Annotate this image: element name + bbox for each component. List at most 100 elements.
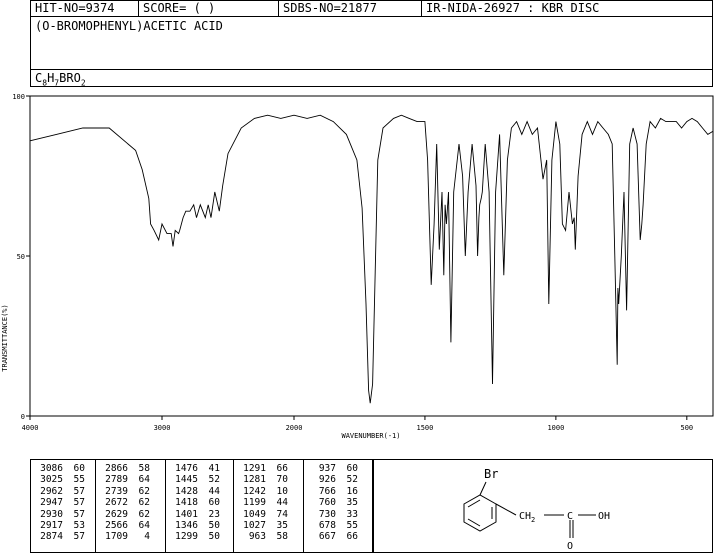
- peak-transmittance: 60: [73, 463, 85, 474]
- y-tick-label: 50: [17, 253, 25, 261]
- peak-row: 2930 57: [31, 509, 95, 520]
- x-tick-label: 1500: [417, 424, 434, 432]
- peak-wavenumber: 1299: [175, 531, 198, 543]
- peak-transmittance: 50: [208, 531, 220, 543]
- peak-transmittance: 52: [346, 474, 358, 486]
- peak-column: 3086 60 3025 55 2962 57 2947 57 2930 57 2917 53 2874…: [31, 460, 96, 552]
- y-tick-label: 100: [12, 93, 25, 101]
- peak-row: 1401 23: [166, 509, 233, 520]
- carbonyl-oxygen-label: O: [567, 541, 573, 552]
- peak-row: 1709 4: [96, 531, 165, 542]
- peak-row: 1049 74: [234, 509, 303, 520]
- peak-wavenumber: 1027: [243, 519, 266, 531]
- peak-row: 1299 50: [166, 531, 233, 542]
- peak-transmittance: 52: [208, 474, 220, 486]
- peak-transmittance: 4: [144, 531, 150, 543]
- x-tick-label: 1000: [547, 424, 564, 432]
- x-axis-label: WAVENUMBER(-1): [341, 432, 400, 440]
- peak-transmittance: 55: [346, 519, 358, 531]
- peak-transmittance: 57: [73, 485, 85, 497]
- peak-transmittance: 58: [276, 531, 288, 543]
- peak-row: 926 52: [304, 474, 372, 485]
- peak-column: 1476 41 1445 52 1428 44 1418 60 1401 23 1346 50 1299…: [166, 460, 234, 552]
- peak-transmittance: 50: [208, 519, 220, 531]
- peak-wavenumber: 926: [318, 474, 336, 486]
- peak-wavenumber: 760: [318, 497, 336, 509]
- peak-row: 760 35: [304, 497, 372, 508]
- peak-row: 1027 35: [234, 520, 303, 531]
- peak-row: 3025 55: [31, 474, 95, 485]
- peak-transmittance: 62: [138, 485, 150, 497]
- spectrum-line: [29, 114, 714, 404]
- hydroxyl-label: OH: [598, 511, 610, 522]
- peak-wavenumber: 2874: [40, 531, 63, 543]
- peak-wavenumber: 2629: [105, 508, 128, 520]
- peak-row: 2874 57: [31, 531, 95, 542]
- peak-row: 2739 62: [96, 486, 165, 497]
- peak-row: 937 60: [304, 463, 372, 474]
- peak-wavenumber: 2789: [105, 474, 128, 486]
- peak-transmittance: 60: [208, 497, 220, 509]
- peak-table: 3086 60 3025 55 2962 57 2947 57 2930 57 2917 53 2874…: [30, 459, 373, 553]
- peak-row: 2962 57: [31, 486, 95, 497]
- y-axis-label: TRANSMITTANCE(%): [1, 304, 9, 371]
- peak-transmittance: 44: [276, 497, 288, 509]
- peak-wavenumber: 2672: [105, 497, 128, 509]
- peak-wavenumber: 678: [318, 519, 336, 531]
- peak-row: 2866 58: [96, 463, 165, 474]
- header-bar: HIT-NO=9374 SCORE= ( ) SDBS-NO=21877 IR-…: [30, 0, 713, 17]
- plot-frame: [29, 95, 714, 417]
- x-tick-label: 2000: [286, 424, 303, 432]
- peak-wavenumber: 766: [318, 485, 336, 497]
- peak-row: 2947 57: [31, 497, 95, 508]
- peak-row: 1281 70: [234, 474, 303, 485]
- carbon-label: C: [567, 511, 573, 522]
- x-tick-label: 500: [680, 424, 693, 432]
- peak-wavenumber: 2917: [40, 519, 63, 531]
- peak-transmittance: 16: [346, 485, 358, 497]
- ir-spectrum-chart: 4000 3000 2000 1500 1000 500 0 50 100 WAVENUMBER…: [1, 93, 714, 440]
- peak-transmittance: 41: [208, 463, 220, 474]
- peak-wavenumber: 1709: [105, 531, 128, 543]
- peak-wavenumber: 1476: [175, 463, 198, 474]
- peak-row: 2789 64: [96, 474, 165, 485]
- peak-wavenumber: 3025: [40, 474, 63, 486]
- peak-transmittance: 35: [346, 497, 358, 509]
- peak-transmittance: 62: [138, 497, 150, 509]
- peak-row: 667 66: [304, 531, 372, 542]
- peak-transmittance: 23: [208, 508, 220, 520]
- peak-column: 1291 66 1281 70 1242 10 1199 44 1049 74 1027 35 963 5…: [234, 460, 304, 552]
- hit-number: HIT-NO=9374: [31, 1, 139, 16]
- y-tick-label: 0: [21, 413, 25, 421]
- peak-row: 678 55: [304, 520, 372, 531]
- peak-transmittance: 57: [73, 497, 85, 509]
- peak-wavenumber: 1281: [243, 474, 266, 486]
- peak-transmittance: 64: [138, 474, 150, 486]
- peak-transmittance: 64: [138, 519, 150, 531]
- peak-transmittance: 70: [276, 474, 288, 486]
- peak-wavenumber: 937: [318, 463, 336, 474]
- peak-wavenumber: 1199: [243, 497, 266, 509]
- peak-transmittance: 35: [276, 519, 288, 531]
- peak-transmittance: 55: [73, 474, 85, 486]
- peak-row: 1418 60: [166, 497, 233, 508]
- peak-row: 2629 62: [96, 509, 165, 520]
- peak-row: 2566 64: [96, 520, 165, 531]
- peak-transmittance: 57: [73, 508, 85, 520]
- peak-wavenumber: 3086: [40, 463, 63, 474]
- peak-transmittance: 60: [346, 463, 358, 474]
- peak-transmittance: 66: [346, 531, 358, 543]
- peak-wavenumber: 667: [318, 531, 336, 543]
- peak-row: 1346 50: [166, 520, 233, 531]
- peak-transmittance: 33: [346, 508, 358, 520]
- peak-row: 2917 53: [31, 520, 95, 531]
- peak-row: 766 16: [304, 486, 372, 497]
- peak-wavenumber: 1049: [243, 508, 266, 520]
- peak-wavenumber: 1445: [175, 474, 198, 486]
- peak-row: 730 33: [304, 509, 372, 520]
- peak-transmittance: 44: [208, 485, 220, 497]
- sdbs-number: SDBS-NO=21877: [279, 1, 422, 16]
- x-tick-label: 3000: [154, 424, 171, 432]
- peak-wavenumber: 963: [248, 531, 266, 543]
- peak-row: 963 58: [234, 531, 303, 542]
